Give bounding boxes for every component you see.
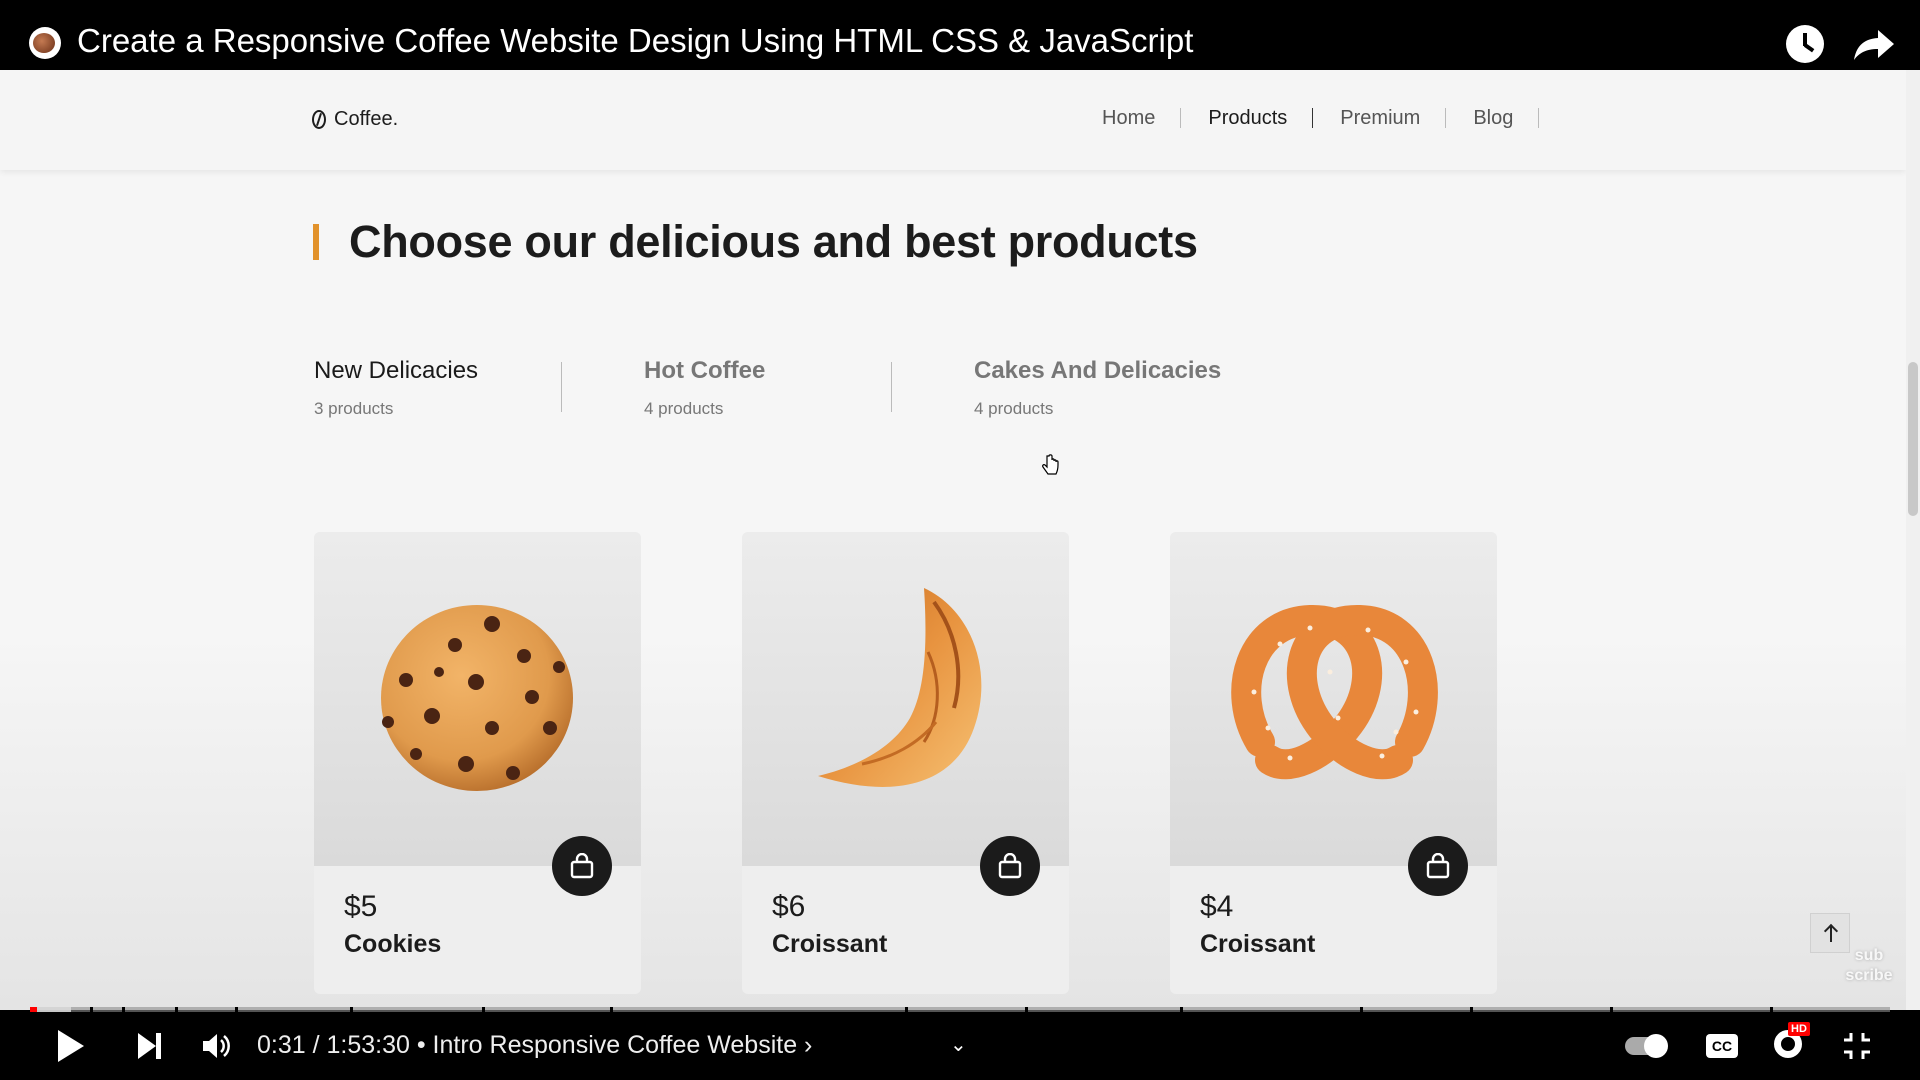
autoplay-toggle-icon[interactable]: [1625, 1034, 1668, 1058]
fullscreen-exit-icon[interactable]: [1843, 1032, 1871, 1060]
tab-hot-coffee[interactable]: Hot Coffee 4 products: [644, 357, 974, 418]
player-controls: 0:31 / 1:53:30 • Intro Responsive Coffee…: [0, 1012, 1920, 1080]
croissant-image: [818, 588, 982, 787]
tab-divider: [561, 362, 562, 412]
section-title: Choose our delicious and best products: [349, 216, 1198, 267]
shopping-bag-icon: [570, 853, 594, 879]
hand-cursor-icon: [1042, 454, 1059, 475]
tab-cakes-and-delicacies[interactable]: Cakes And Delicacies 4 products: [974, 357, 1304, 418]
product-price: $6: [772, 890, 806, 923]
tab-new-delicacies[interactable]: New Delicacies 3 products: [314, 357, 644, 418]
product-card[interactable]: $4 Croissant: [1170, 532, 1497, 994]
time-and-chapter[interactable]: 0:31 / 1:53:30 • Intro Responsive Coffee…: [257, 1031, 812, 1060]
product-category-tabs: New Delicacies 3 products Hot Coffee 4 p…: [314, 357, 1304, 418]
watch-later-icon[interactable]: [1786, 25, 1824, 63]
tab-count: 3 products: [314, 399, 394, 418]
site-logo[interactable]: Coffee.: [312, 108, 398, 131]
scrollbar-track[interactable]: [1906, 70, 1920, 1010]
product-grid: $5 Cookies $6 Croissant $4 Croissant: [314, 532, 1497, 994]
chevron-down-icon[interactable]: ⌄: [950, 1032, 967, 1057]
hd-badge: HD: [1788, 1022, 1810, 1036]
player-top-bar: Create a Responsive Coffee Website Desig…: [0, 0, 1920, 70]
nav-item-products[interactable]: Products: [1181, 108, 1314, 128]
product-name: Croissant: [772, 930, 888, 958]
tab-label: Cakes And Delicacies: [974, 357, 1222, 384]
tab-divider: [891, 362, 892, 412]
product-price: $5: [344, 890, 378, 923]
video-title[interactable]: Create a Responsive Coffee Website Desig…: [77, 22, 1193, 60]
subscribe-watermark-bottom: scribe: [1845, 967, 1893, 984]
channel-avatar-icon[interactable]: [29, 27, 61, 59]
add-to-cart-button[interactable]: [1408, 836, 1468, 896]
add-to-cart-button[interactable]: [980, 836, 1040, 896]
site-nav: Home Products Premium Blog: [1075, 108, 1540, 128]
nav-item-home[interactable]: Home: [1075, 108, 1182, 128]
product-image-area: [742, 532, 1069, 866]
nav-item-premium[interactable]: Premium: [1313, 108, 1447, 128]
product-card[interactable]: $6 Croissant: [742, 532, 1069, 994]
tab-count: 4 products: [644, 399, 724, 418]
play-icon[interactable]: [58, 1030, 84, 1062]
product-name: Cookies: [344, 930, 442, 958]
coffee-bean-logo-icon: [312, 110, 326, 129]
logo-text: Coffee.: [334, 108, 399, 130]
subscribe-watermark[interactable]: sub scribe: [1839, 946, 1899, 986]
nav-item-blog[interactable]: Blog: [1446, 108, 1540, 128]
next-icon[interactable]: [138, 1033, 161, 1059]
volume-icon[interactable]: [200, 1030, 232, 1062]
product-image-area: [314, 532, 641, 866]
tab-label: New Delicacies: [314, 357, 479, 384]
share-icon[interactable]: [1852, 26, 1896, 62]
subscribe-watermark-top: sub: [1854, 947, 1884, 964]
product-card[interactable]: $5 Cookies: [314, 532, 641, 994]
product-name: Croissant: [1200, 930, 1316, 958]
section-title-accent: [313, 224, 319, 260]
cookie-image: [381, 605, 573, 791]
tab-count: 4 products: [974, 399, 1054, 418]
product-price: $4: [1200, 890, 1234, 923]
product-image-area: [1170, 532, 1497, 866]
tab-label: Hot Coffee: [644, 357, 766, 384]
website-viewport: Coffee. Home Products Premium Blog Choos…: [0, 70, 1920, 1010]
shopping-bag-icon: [1426, 853, 1450, 879]
shopping-bag-icon: [998, 853, 1022, 879]
pretzel-image: [1231, 605, 1438, 780]
add-to-cart-button[interactable]: [552, 836, 612, 896]
scrollbar-thumb[interactable]: [1908, 362, 1918, 516]
cc-icon[interactable]: CC: [1706, 1034, 1738, 1058]
site-header: Coffee. Home Products Premium Blog: [0, 70, 1906, 170]
